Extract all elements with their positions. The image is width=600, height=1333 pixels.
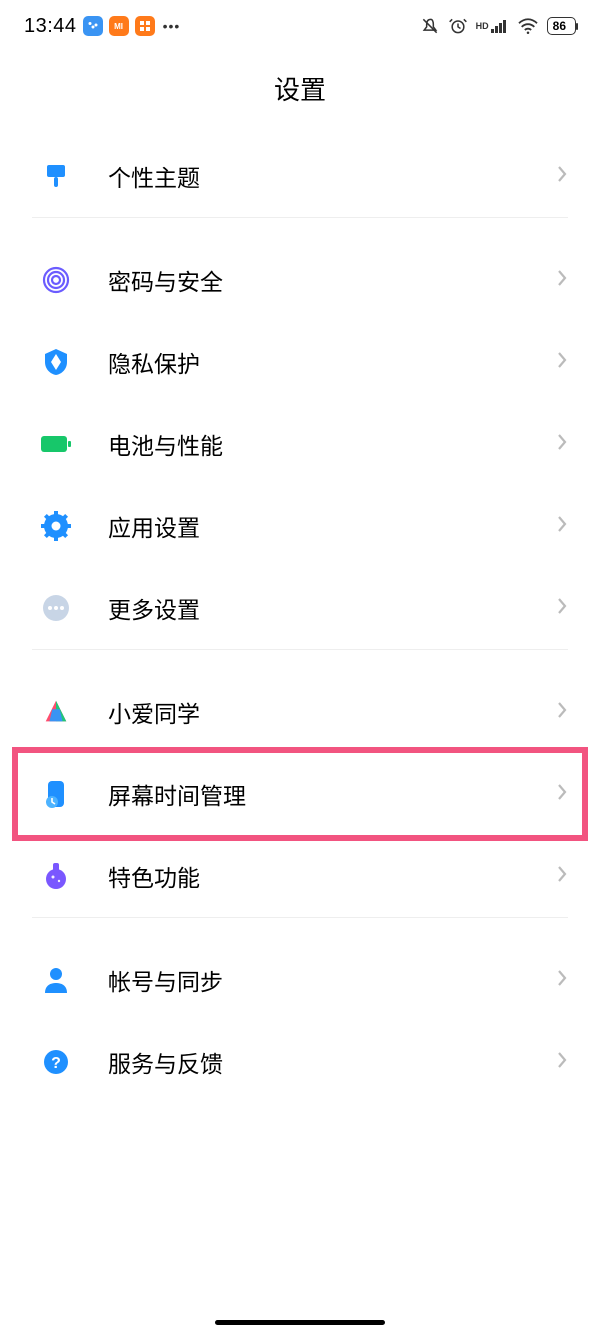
chevron-right-icon [556, 596, 568, 621]
status-bar: 13:44 MI ••• HD [0, 0, 600, 48]
page-title: 设置 [0, 48, 600, 135]
settings-item-label: 密码与安全 [108, 263, 556, 297]
settings-item-apps[interactable]: 应用设置 [0, 485, 600, 567]
chevron-right-icon [556, 432, 568, 457]
settings-list: 个性主题密码与安全隐私保护电池与性能应用设置更多设置小爱同学屏幕时间管理特色功能… [0, 135, 600, 1103]
settings-item-label: 更多设置 [108, 591, 556, 625]
settings-item-label: 隐私保护 [108, 345, 556, 379]
settings-item-label: 应用设置 [108, 509, 556, 543]
settings-item-more[interactable]: 更多设置 [0, 567, 600, 649]
status-time: 13:44 [24, 15, 77, 38]
status-app-icon-1: MI [109, 16, 129, 36]
chevron-right-icon [556, 350, 568, 375]
hd-signal-icon: HD [476, 18, 509, 34]
settings-item-label: 小爱同学 [108, 695, 556, 729]
user-icon [40, 964, 72, 996]
status-app-icon-2 [135, 16, 155, 36]
settings-item-features[interactable]: 特色功能 [0, 835, 600, 917]
flask-icon [40, 860, 72, 892]
settings-item-feedback[interactable]: ? 服务与反馈 [0, 1021, 600, 1103]
chevron-right-icon [556, 864, 568, 889]
help-icon: ? [40, 1046, 72, 1078]
fingerprint-icon [40, 264, 72, 296]
settings-item-label: 帐号与同步 [108, 963, 556, 997]
status-right: HD 86 [420, 16, 576, 36]
chevron-right-icon [556, 514, 568, 539]
home-indicator[interactable] [215, 1320, 385, 1325]
settings-item-account[interactable]: 帐号与同步 [0, 939, 600, 1021]
settings-item-themes[interactable]: 个性主题 [0, 135, 600, 217]
chevron-right-icon [556, 164, 568, 189]
chevron-right-icon [556, 968, 568, 993]
alarm-icon [448, 16, 468, 36]
screentime-icon [40, 778, 72, 810]
battery-icon [40, 428, 72, 460]
chevron-right-icon [556, 700, 568, 725]
chevron-right-icon [556, 268, 568, 293]
chevron-right-icon [556, 782, 568, 807]
settings-item-label: 电池与性能 [108, 427, 556, 461]
battery-indicator: 86 [547, 17, 576, 35]
settings-item-security[interactable]: 密码与安全 [0, 239, 600, 321]
settings-item-battery[interactable]: 电池与性能 [0, 403, 600, 485]
xiaoai-icon [40, 696, 72, 728]
settings-item-label: 服务与反馈 [108, 1045, 556, 1079]
settings-item-privacy[interactable]: 隐私保护 [0, 321, 600, 403]
brush-icon [40, 160, 72, 192]
settings-item-xiaoai[interactable]: 小爱同学 [0, 671, 600, 753]
settings-item-label: 个性主题 [108, 159, 556, 193]
group-divider [32, 649, 568, 671]
group-divider [32, 917, 568, 939]
mute-icon [420, 16, 440, 36]
chevron-right-icon [556, 1050, 568, 1075]
dots-icon [40, 592, 72, 624]
gear-icon [40, 510, 72, 542]
status-left: 13:44 MI ••• [24, 15, 180, 38]
settings-item-label: 屏幕时间管理 [108, 777, 556, 811]
wifi-icon [517, 17, 539, 35]
group-divider [32, 217, 568, 239]
svg-text:?: ? [51, 1055, 61, 1072]
settings-item-screentime[interactable]: 屏幕时间管理 [0, 753, 600, 835]
settings-item-label: 特色功能 [108, 859, 556, 893]
battery-percent: 86 [553, 19, 566, 33]
status-app-icon-0 [83, 16, 103, 36]
status-more-icon: ••• [163, 18, 181, 34]
shield-icon [40, 346, 72, 378]
